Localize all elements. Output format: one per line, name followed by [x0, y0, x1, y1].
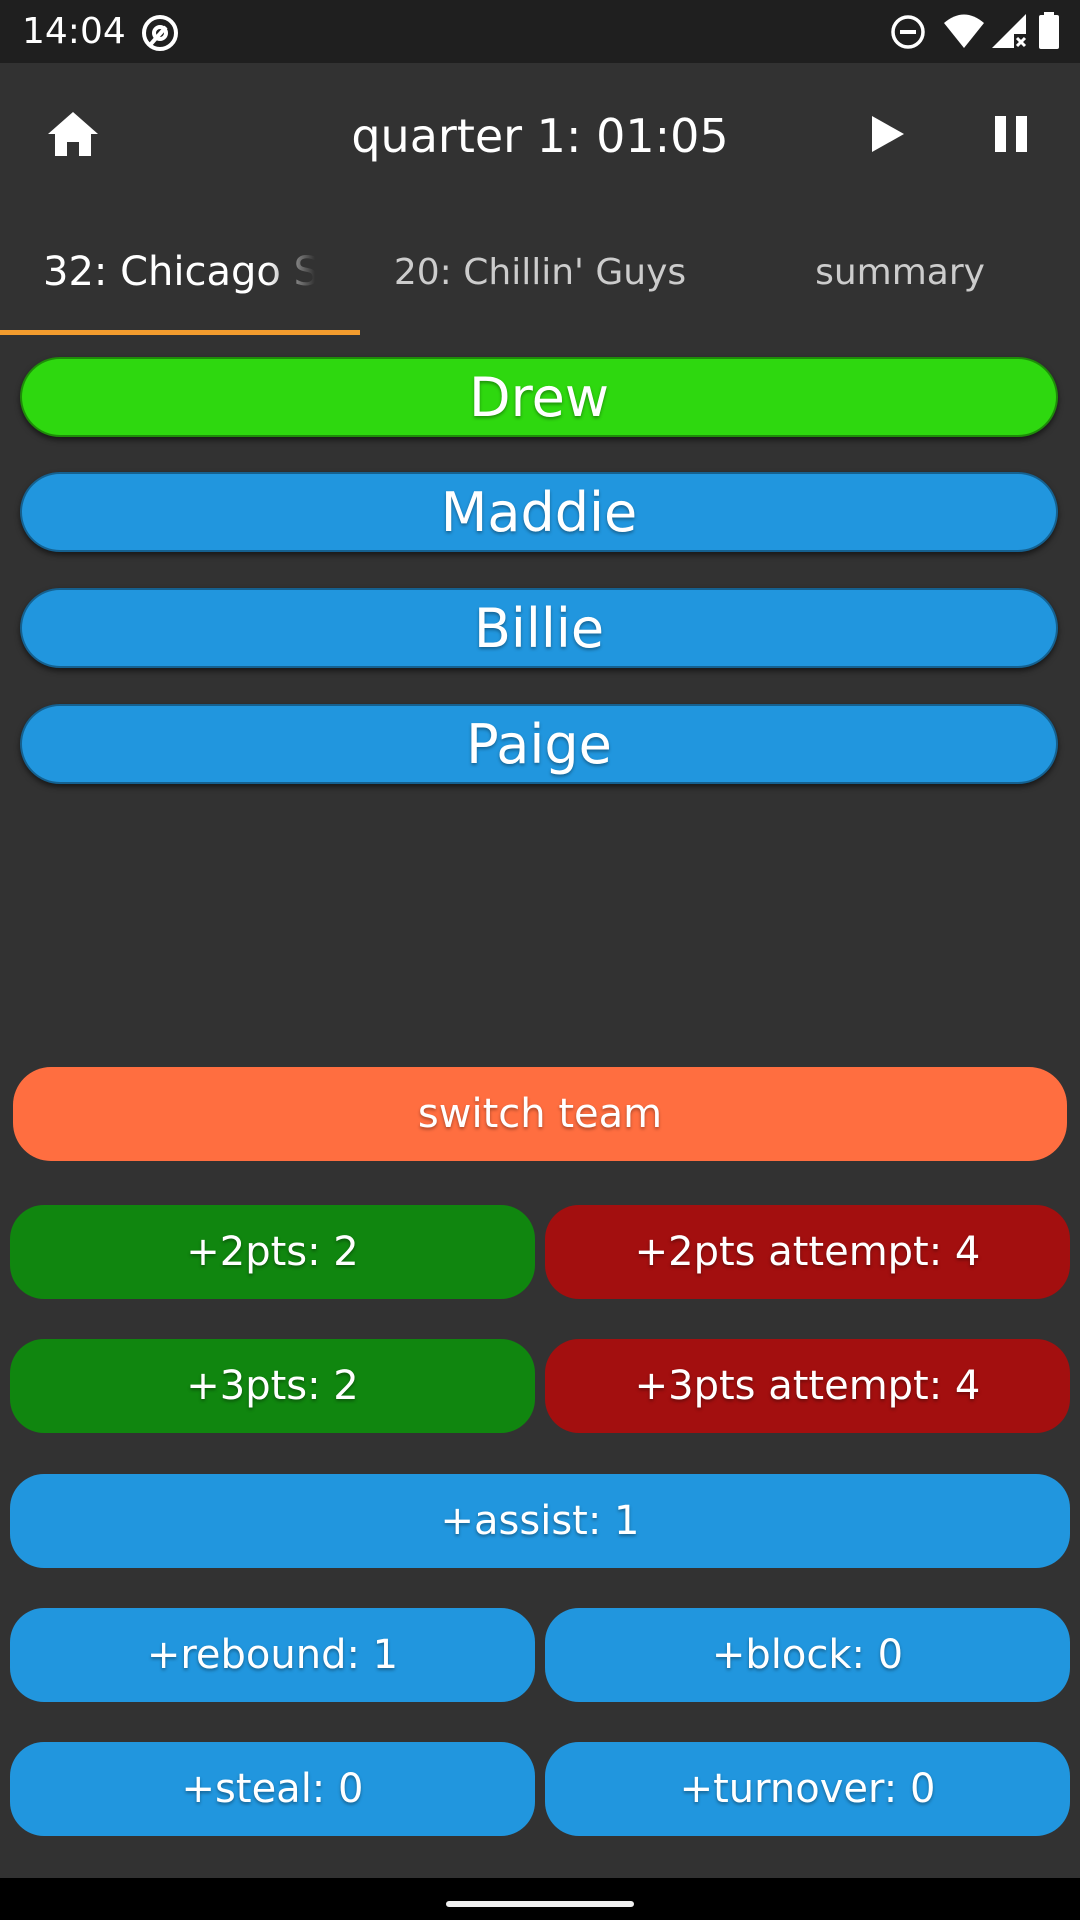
app-toolbar: quarter 1: 01:05	[0, 63, 1080, 209]
battery-icon	[1038, 12, 1060, 54]
player-button-maddie[interactable]: Maddie	[20, 472, 1058, 552]
status-time: 14:04	[22, 11, 126, 52]
tab-home-team[interactable]: 32: Chicago Squirrels	[0, 209, 360, 335]
block-button[interactable]: +block: 0	[545, 1608, 1070, 1702]
tab-away-team[interactable]: 20: Chillin' Guys	[360, 209, 720, 335]
do-not-disturb-icon	[890, 14, 926, 54]
wifi-icon	[942, 12, 986, 54]
player-button-billie[interactable]: Billie	[20, 588, 1058, 668]
team-tabs: 32: Chicago Squirrels 20: Chillin' Guys …	[0, 209, 1080, 335]
tab-label: 20: Chillin' Guys	[393, 251, 687, 293]
pause-icon	[993, 114, 1029, 158]
tab-summary[interactable]: summary	[720, 209, 1080, 335]
tab-label: 32: Chicago Squirrels	[43, 249, 315, 295]
status-bar: 14:04	[0, 0, 1080, 63]
assist-button[interactable]: +assist: 1	[10, 1474, 1070, 1568]
home-gesture-handle[interactable]	[446, 1901, 634, 1907]
player-button-paige[interactable]: Paige	[20, 704, 1058, 784]
accessibility-at-icon	[140, 13, 180, 57]
switch-team-button[interactable]: switch team	[13, 1067, 1067, 1161]
three-points-button[interactable]: +3pts: 2	[10, 1339, 535, 1433]
steal-button[interactable]: +steal: 0	[10, 1742, 535, 1836]
tab-indicator	[0, 330, 360, 335]
tab-label: summary	[815, 251, 985, 293]
two-points-button[interactable]: +2pts: 2	[10, 1205, 535, 1299]
play-button[interactable]	[853, 101, 923, 171]
turnover-button[interactable]: +turnover: 0	[545, 1742, 1070, 1836]
two-points-attempt-button[interactable]: +2pts attempt: 4	[545, 1205, 1070, 1299]
player-button-drew[interactable]: Drew	[20, 357, 1058, 437]
pause-button[interactable]	[976, 101, 1046, 171]
play-icon	[870, 114, 906, 158]
rebound-button[interactable]: +rebound: 1	[10, 1608, 535, 1702]
system-nav-bar	[0, 1878, 1080, 1920]
cellular-signal-icon	[990, 12, 1028, 54]
three-points-attempt-button[interactable]: +3pts attempt: 4	[545, 1339, 1070, 1433]
